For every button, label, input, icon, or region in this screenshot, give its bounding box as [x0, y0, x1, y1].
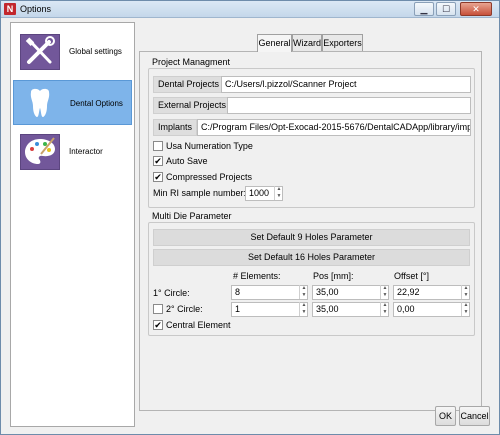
spin-down-icon[interactable]: ▼	[300, 309, 308, 316]
tooth-icon	[21, 86, 61, 122]
circle2-offset-spin[interactable]: ▲ ▼	[461, 302, 470, 316]
minimize-button[interactable]: ▁	[414, 2, 434, 16]
spin-up-icon[interactable]: ▲	[462, 302, 470, 309]
spin-up-icon[interactable]: ▲	[381, 285, 389, 292]
tools-icon	[20, 34, 60, 70]
set-default-16-holes-button[interactable]: Set Default 16 Holes Parameter	[153, 249, 470, 266]
spin-up-icon[interactable]: ▲	[381, 302, 389, 309]
close-button[interactable]: ✕	[460, 2, 492, 16]
spin-down-icon[interactable]: ▼	[275, 193, 283, 200]
circle2-checkbox[interactable]	[153, 304, 163, 314]
external-projects-button[interactable]: External Projects	[153, 97, 232, 114]
circle1-offset-spinbox[interactable]: 22,92	[393, 285, 470, 300]
window-title: Options	[20, 4, 52, 14]
sidebar-item-label: Interactor	[69, 147, 103, 156]
circle2-pos-spin[interactable]: ▲ ▼	[380, 302, 389, 316]
spin-up-icon[interactable]: ▲	[300, 302, 308, 309]
circle1-elements-spin[interactable]: ▲ ▼	[299, 285, 308, 299]
spin-up-icon[interactable]: ▲	[462, 285, 470, 292]
spin-up-icon[interactable]: ▲	[275, 186, 283, 193]
circle1-pos-spinbox[interactable]: 35,00	[312, 285, 389, 300]
project-management-title: Project Managment	[152, 57, 231, 67]
spin-down-icon[interactable]: ▼	[462, 309, 470, 316]
spin-up-icon[interactable]: ▲	[300, 285, 308, 292]
palette-icon	[20, 134, 60, 170]
circle2-pos-spinbox[interactable]: 35,00	[312, 302, 389, 317]
general-tab-panel: Project Managment Dental Projects C:/Use…	[139, 51, 482, 411]
app-logo-icon: N	[4, 3, 16, 15]
implants-button[interactable]: Implants	[153, 119, 198, 136]
circle2-elements-spinbox[interactable]: 1	[231, 302, 308, 317]
sidebar-item-dental-options[interactable]: Dental Options	[13, 80, 132, 125]
tab-exporters[interactable]: Exporters	[322, 34, 363, 51]
implants-path-field[interactable]: C:/Program Files/Opt-Exocad-2015-5676/De…	[197, 119, 471, 136]
spin-down-icon[interactable]: ▼	[381, 309, 389, 316]
compressed-projects-label: Compressed Projects	[166, 172, 253, 182]
circle1-elements-spinbox[interactable]: 8	[231, 285, 308, 300]
multi-die-title: Multi Die Parameter	[152, 211, 232, 221]
tab-general[interactable]: General	[257, 34, 292, 52]
auto-save-label: Auto Save	[166, 156, 208, 166]
circle1-offset-spin[interactable]: ▲ ▼	[461, 285, 470, 299]
sidebar-item-interactor[interactable]: Interactor	[13, 129, 132, 174]
central-element-checkbox[interactable]: ✔	[153, 320, 163, 330]
auto-save-checkbox[interactable]: ✔	[153, 156, 163, 166]
usa-numeration-checkbox[interactable]	[153, 141, 163, 151]
spin-down-icon[interactable]: ▼	[462, 292, 470, 299]
external-projects-path-field[interactable]	[227, 97, 471, 114]
circle2-elements-spin[interactable]: ▲ ▼	[299, 302, 308, 316]
compressed-projects-checkbox[interactable]: ✔	[153, 172, 163, 182]
offset-column-header: Offset [°]	[394, 271, 429, 281]
spin-down-icon[interactable]: ▼	[300, 292, 308, 299]
options-window: N Options ▁ ☐ ✕ Global settings Dental O…	[0, 0, 500, 435]
spin-down-icon[interactable]: ▼	[381, 292, 389, 299]
dental-projects-button[interactable]: Dental Projects	[153, 76, 225, 93]
circle1-label: 1° Circle:	[153, 288, 190, 298]
pos-column-header: Pos [mm]:	[313, 271, 354, 281]
circle2-offset-spinbox[interactable]: 0,00	[393, 302, 470, 317]
set-default-9-holes-button[interactable]: Set Default 9 Holes Parameter	[153, 229, 470, 246]
maximize-button[interactable]: ☐	[436, 2, 456, 16]
options-category-list: Global settings Dental Options Interacto…	[10, 22, 135, 427]
min-ri-sample-label: Min RI sample number:	[153, 188, 247, 198]
central-element-label: Central Element	[166, 320, 231, 330]
elements-column-header: # Elements:	[233, 271, 281, 281]
circle1-pos-spin[interactable]: ▲ ▼	[380, 285, 389, 299]
title-bar[interactable]: N Options ▁ ☐ ✕	[1, 1, 499, 18]
min-ri-spin-arrows[interactable]: ▲ ▼	[274, 186, 283, 200]
circle2-label: 2° Circle:	[166, 304, 203, 314]
tab-wizard[interactable]: Wizard	[292, 34, 322, 51]
sidebar-item-label: Global settings	[69, 47, 122, 56]
cancel-button[interactable]: Cancel	[459, 406, 490, 426]
sidebar-item-label: Dental Options	[70, 99, 123, 108]
ok-button[interactable]: OK	[435, 406, 456, 426]
sidebar-item-global-settings[interactable]: Global settings	[13, 29, 132, 74]
usa-numeration-label: Usa Numeration Type	[166, 141, 253, 151]
dental-projects-path-field[interactable]: C:/Users/l.pizzol/Scanner Project	[221, 76, 471, 93]
